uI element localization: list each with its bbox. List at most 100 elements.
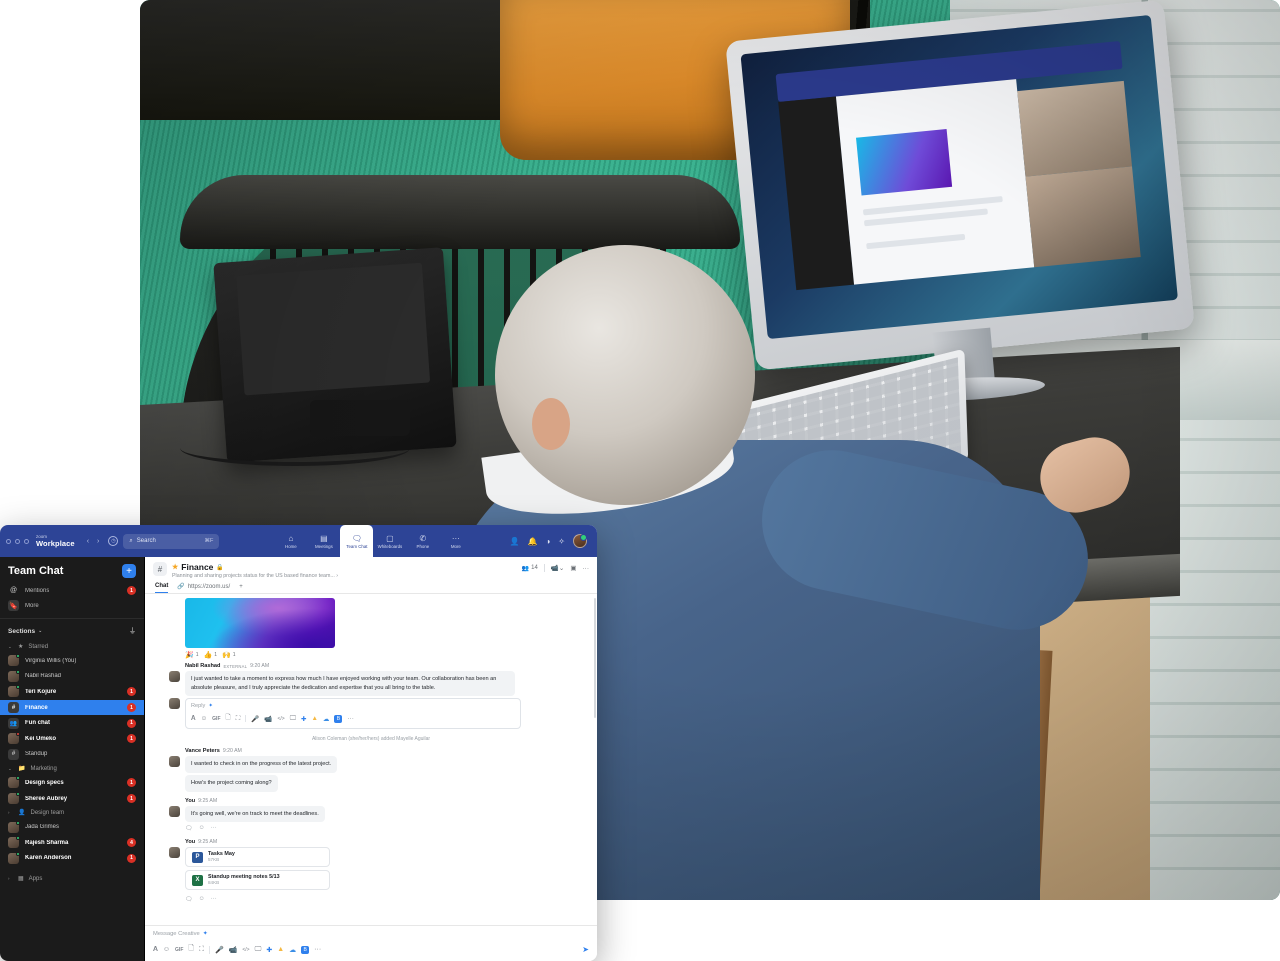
minimize-window-button[interactable] — [15, 538, 20, 544]
sidebar-item-virginia-willis[interactable]: Virginia Willis (You) — [0, 653, 144, 669]
ai-sparkle-icon[interactable]: ✦ — [203, 931, 208, 937]
sidebar-item-design-specs[interactable]: Design specs 1 — [0, 775, 144, 791]
nav-tab-meetings[interactable]: ▤ Meetings — [307, 525, 340, 557]
sidebar-item-rajesh-sharma[interactable]: Rajesh Sharma 4 — [0, 835, 144, 851]
sidebar-item-teri-kojure[interactable]: Teri Kojure 1 — [0, 684, 144, 700]
screenshot-icon[interactable]: ⛶ — [236, 715, 241, 723]
drive-icon[interactable]: ▲ — [311, 715, 317, 722]
nav-tab-home[interactable]: ⌂ Home — [274, 525, 307, 557]
reaction-chip[interactable]: 👍 1 — [204, 651, 218, 659]
scrollbar[interactable] — [594, 598, 596, 718]
sidebar-item-jada-grimes[interactable]: Jada Grimes — [0, 819, 144, 835]
gif-icon[interactable]: GIF — [212, 716, 220, 722]
window-controls[interactable] — [6, 538, 29, 544]
send-icon[interactable]: ➤ — [582, 945, 589, 954]
add-tab-button[interactable]: + — [239, 584, 243, 593]
ai-sparkle-icon[interactable]: ✦ — [208, 703, 213, 709]
sidebar-item-fun-chat[interactable]: 👥 Fun chat 1 — [0, 715, 144, 731]
ellipsis-icon[interactable]: ··· — [211, 896, 217, 903]
avatar[interactable] — [573, 534, 587, 548]
clock-icon[interactable]: ◷ — [108, 536, 119, 546]
emoji-icon[interactable]: ☺ — [199, 896, 205, 903]
star-filled-icon[interactable]: ★ — [172, 563, 178, 571]
sections-header[interactable]: Sections ⌄ ⏚ — [0, 622, 144, 640]
video-icon[interactable]: 📹 — [229, 946, 238, 954]
panel-icon[interactable]: ▣ — [570, 564, 576, 572]
group-starred[interactable]: ⌄ ★ Starred — [0, 640, 144, 653]
sidebar-item-standup[interactable]: # Standup — [0, 747, 144, 763]
reaction-chip[interactable]: 🎉 1 — [185, 651, 199, 659]
video-camera-icon[interactable]: 📹⌄ — [551, 564, 565, 572]
ellipsis-icon[interactable]: ··· — [211, 825, 217, 832]
message-bubble[interactable]: How's the project coming along? — [185, 774, 278, 792]
reply-icon[interactable]: 🗨 — [185, 825, 193, 832]
maximize-window-button[interactable] — [24, 538, 29, 544]
nav-tab-team-chat[interactable]: 🗨 Team Chat — [340, 525, 374, 557]
contacts-icon[interactable]: 👤 — [510, 537, 520, 546]
audio-icon[interactable]: 🎤 — [215, 946, 224, 954]
sidebar-item-mentions[interactable]: @ Mentions 1 — [0, 583, 144, 598]
nav-tab-more[interactable]: ··· More — [439, 525, 472, 557]
format-icon[interactable]: 𝐀 — [191, 715, 196, 723]
image-attachment[interactable] — [185, 598, 335, 648]
sidebar-item-more[interactable]: 🔖 More — [0, 598, 144, 613]
more-icon[interactable]: ··· — [314, 946, 321, 953]
new-chat-button[interactable]: + — [122, 564, 136, 578]
reply-input[interactable]: Reply ✦ 𝐀 ☺ GIF 🗋 ⛶ 🎤 📹 </> 🖵 ✚ ▲ ☁ B ··… — [185, 698, 521, 730]
audio-icon[interactable]: 🎤 — [251, 715, 259, 723]
tab-chat[interactable]: Chat — [155, 583, 169, 593]
onedrive-icon[interactable]: ☁ — [289, 946, 296, 954]
nav-tab-phone[interactable]: ✆ Phone — [406, 525, 439, 557]
file-icon[interactable]: 🗋 — [188, 944, 194, 955]
onedrive-icon[interactable]: ☁ — [323, 715, 330, 723]
file-icon[interactable]: 🗋 — [226, 713, 231, 724]
reaction-chip[interactable]: 🙌 1 — [222, 651, 236, 659]
screenshot-icon[interactable]: ⛶ — [199, 946, 204, 954]
more-icon[interactable]: ··· — [347, 715, 354, 722]
group-design-team[interactable]: › 👤 Design team — [0, 806, 144, 819]
sparkle-ai-icon[interactable]: ✧ — [558, 537, 565, 546]
box-icon[interactable]: B — [334, 714, 343, 723]
sidebar-item-nabil-rashad[interactable]: Nabil Rashad — [0, 669, 144, 685]
zoom-app-icon[interactable]: ✚ — [301, 715, 306, 723]
back-icon[interactable]: ‹ — [87, 538, 89, 545]
gif-icon[interactable]: GIF — [175, 947, 183, 953]
channel-description[interactable]: Planning and sharing projects status for… — [172, 573, 517, 579]
sidebar-item-finance[interactable]: # Finance 1 — [0, 699, 144, 716]
message-bubble[interactable]: I wanted to check in on the progress of … — [185, 756, 338, 773]
screenshare-icon[interactable]: 🖵 — [290, 715, 296, 723]
reply-icon[interactable]: 🗨 — [185, 896, 193, 903]
bell-icon[interactable]: 🔔 — [527, 537, 537, 546]
screenshare-icon[interactable]: 🖵 — [255, 946, 262, 954]
format-icon[interactable]: 𝐀 — [153, 946, 158, 954]
group-marketing[interactable]: ⌄ 📁 Marketing — [0, 762, 144, 775]
zoom-app-icon[interactable]: ✚ — [266, 946, 272, 954]
search-input[interactable]: ⌕ Search ⌘F — [123, 533, 220, 549]
sidebar-item-sheree-aubrey[interactable]: Sheree Aubrey 1 — [0, 791, 144, 807]
emoji-icon[interactable]: ☺ — [199, 825, 205, 832]
message-list[interactable]: 🎉 1 👍 1 🙌 1 Nabil Rashad EXTERNAL 9:20 A… — [145, 594, 597, 925]
file-attachment[interactable]: X Standup meeting notes 5/13 84KB — [185, 870, 330, 891]
emoji-icon[interactable]: ☺ — [163, 946, 170, 953]
ellipsis-icon[interactable]: ··· — [583, 565, 590, 572]
member-count[interactable]: 👥 14 — [522, 565, 538, 572]
emoji-icon[interactable]: ☺ — [201, 715, 208, 722]
file-attachment[interactable]: P Tasks May 57KB — [185, 847, 330, 868]
close-window-button[interactable] — [6, 538, 11, 544]
sidebar-item-kei-umeko[interactable]: Kei Umeko 1 — [0, 731, 144, 747]
group-apps[interactable]: › ▦ Apps — [0, 872, 144, 885]
sidebar-item-karen-anderson[interactable]: Karen Anderson 1 — [0, 851, 144, 867]
theme-icon[interactable]: ◑ — [545, 537, 550, 546]
code-icon[interactable]: </> — [278, 716, 285, 722]
nav-tab-whiteboards[interactable]: ▢ Whiteboards — [373, 525, 406, 557]
filter-icon[interactable]: ⏚ — [129, 626, 136, 636]
message-bubble[interactable]: I just wanted to take a moment to expres… — [185, 671, 515, 697]
drive-icon[interactable]: ▲ — [277, 946, 284, 953]
message-bubble[interactable]: It's going well, we're on track to meet … — [185, 805, 325, 823]
forward-icon[interactable]: › — [97, 538, 99, 545]
tab-link[interactable]: 🔗 https://zoom.us/ — [177, 583, 230, 593]
message-composer[interactable]: Message Creative ✦ 𝐀 ☺ GIF 🗋 ⛶ 🎤 📹 </> 🖵… — [145, 925, 597, 961]
box-icon[interactable]: B — [301, 945, 310, 954]
video-icon[interactable]: 📹 — [264, 715, 272, 723]
code-icon[interactable]: </> — [242, 947, 249, 953]
